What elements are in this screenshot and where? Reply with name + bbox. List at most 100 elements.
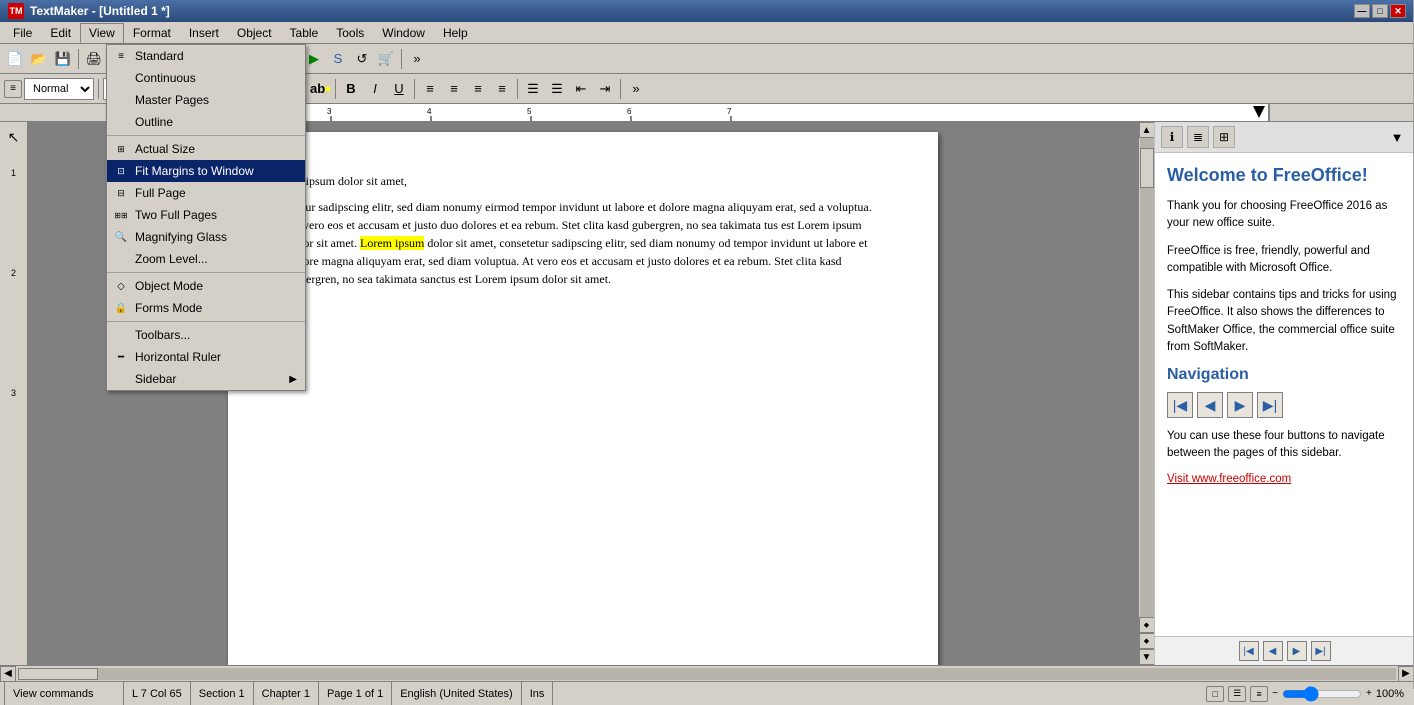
window-controls: — □ ✕ [1354, 4, 1406, 18]
scroll-up-button[interactable]: ▲ [1139, 122, 1155, 138]
status-page: Page 1 of 1 [319, 682, 392, 705]
nav-next-button[interactable]: ▶ [1227, 392, 1253, 418]
menu-edit[interactable]: Edit [41, 23, 80, 43]
menu-forms-mode[interactable]: 🔒 Forms Mode [107, 297, 305, 319]
align-right-button[interactable]: ≡ [467, 78, 489, 100]
menu-outline[interactable]: Outline [107, 111, 305, 133]
actual-size-icon: ⊞ [113, 141, 129, 157]
sidebar-table-button[interactable]: ⊞ [1213, 126, 1235, 148]
svg-text:3: 3 [327, 107, 332, 116]
maximize-button[interactable]: □ [1372, 4, 1388, 18]
menu-two-full-pages[interactable]: ⊞⊞ Two Full Pages [107, 204, 305, 226]
view-cols-button[interactable]: ☰ [1228, 686, 1246, 702]
menu-divider1 [107, 135, 305, 136]
menu-window[interactable]: Window [373, 23, 434, 43]
menu-help[interactable]: Help [434, 23, 477, 43]
view-normal-button[interactable]: □ [1206, 686, 1224, 702]
menu-master-pages[interactable]: Master Pages [107, 89, 305, 111]
menu-tools[interactable]: Tools [327, 23, 373, 43]
indent-out-button[interactable]: ⇤ [570, 78, 592, 100]
close-button[interactable]: ✕ [1390, 4, 1406, 18]
nav-first-button[interactable]: |◀ [1167, 392, 1193, 418]
menu-view[interactable]: View [80, 23, 124, 43]
open-button[interactable]: 📂 [28, 48, 50, 70]
menu-magnifying-glass[interactable]: 🔍 Magnifying Glass [107, 226, 305, 248]
sidebar-para1: Thank you for choosing FreeOffice 2016 a… [1167, 198, 1402, 233]
scroll-next-button[interactable]: ◆ [1139, 633, 1155, 649]
sidebar-arrow-icon: ▶ [289, 374, 297, 385]
list-button[interactable]: ☰ [522, 78, 544, 100]
scroll-track[interactable] [1140, 138, 1154, 617]
menu-sidebar[interactable]: Sidebar ▶ [107, 368, 305, 390]
cart-button[interactable]: 🛒 [375, 48, 397, 70]
menu-object[interactable]: Object [228, 23, 281, 43]
h-scroll-right[interactable]: ▶ [1398, 666, 1414, 682]
zoom-slider[interactable] [1282, 686, 1362, 702]
menu-file[interactable]: File [4, 23, 41, 43]
menu-horizontal-ruler[interactable]: ━ Horizontal Ruler [107, 346, 305, 368]
menu-standard[interactable]: ≡ Standard [107, 45, 305, 67]
menu-actual-size[interactable]: ⊞ Actual Size [107, 138, 305, 160]
zoom-minus-icon: − [1272, 688, 1278, 699]
sidebar-nav-title: Navigation [1167, 366, 1402, 384]
forms-mode-icon: 🔒 [113, 300, 129, 316]
align-left-button[interactable]: ≡ [419, 78, 441, 100]
horizontal-scrollbar[interactable]: ◀ ▶ [0, 665, 1414, 681]
standard-icon: ≡ [113, 48, 129, 64]
align-justify-button[interactable]: ≡ [491, 78, 513, 100]
italic-button[interactable]: I [364, 78, 386, 100]
more-button[interactable]: » [406, 48, 428, 70]
menu-zoom-level[interactable]: Zoom Level... [107, 248, 305, 270]
style-selector[interactable]: Normal [24, 78, 94, 100]
more-fmt-button[interactable]: » [625, 78, 647, 100]
nav-prev-button[interactable]: ◀ [1197, 392, 1223, 418]
save-button[interactable]: 💾 [52, 48, 74, 70]
menu-full-page[interactable]: ⊟ Full Page [107, 182, 305, 204]
sidebar-info-button[interactable]: ℹ [1161, 126, 1183, 148]
nav-last-button[interactable]: ▶| [1257, 392, 1283, 418]
object-mode-icon: ◇ [113, 278, 129, 294]
sep12 [517, 79, 518, 99]
sidebar-dropdown-button[interactable]: ▼ [1386, 126, 1408, 148]
cursor-tool[interactable]: ↖ [3, 126, 25, 148]
status-chapter: Chapter 1 [254, 682, 319, 705]
zoom-plus-icon: + [1366, 688, 1372, 699]
page[interactable]: em ipsum dolor sit amet, etetur sadipsci… [228, 132, 938, 665]
h-scroll-left[interactable]: ◀ [0, 666, 16, 682]
view-outline-button[interactable]: ≡ [1250, 686, 1268, 702]
sidebar-nav-last-b[interactable]: ▶| [1311, 641, 1331, 661]
sidebar-nav-first[interactable]: |◀ [1239, 641, 1259, 661]
new-button[interactable]: 📄 [4, 48, 26, 70]
menu-table[interactable]: Table [281, 23, 328, 43]
sidebar-nav-prev[interactable]: ◀ [1263, 641, 1283, 661]
menu-fit-margins[interactable]: ⊡ Fit Margins to Window [107, 160, 305, 182]
svg-text:6: 6 [627, 107, 632, 116]
sidebar-nav-next-b[interactable]: ▶ [1287, 641, 1307, 661]
sep13 [620, 79, 621, 99]
play-button[interactable]: ▶ [303, 48, 325, 70]
menu-continuous[interactable]: Continuous [107, 67, 305, 89]
menu-format[interactable]: Format [124, 23, 180, 43]
sidebar-link[interactable]: Visit www.freeoffice.com [1167, 473, 1402, 485]
menu-object-mode[interactable]: ◇ Object Mode [107, 275, 305, 297]
minimize-button[interactable]: — [1354, 4, 1370, 18]
s-button[interactable]: S [327, 48, 349, 70]
ordered-list-button[interactable]: ☰ [546, 78, 568, 100]
full-page-icon: ⊟ [113, 185, 129, 201]
bold-button[interactable]: B [340, 78, 362, 100]
menu-toolbars[interactable]: Toolbars... [107, 324, 305, 346]
print-button[interactable]: 🖨 [83, 48, 105, 70]
sidebar-format-button[interactable]: ≣ [1187, 126, 1209, 148]
sidebar-content: Welcome to FreeOffice! Thank you for cho… [1155, 153, 1414, 636]
refresh-button[interactable]: ↺ [351, 48, 373, 70]
menu-bar: File Edit View Format Insert Object Tabl… [0, 22, 1414, 44]
scroll-down-button[interactable]: ▼ [1139, 649, 1155, 665]
indent-in-button[interactable]: ⇥ [594, 78, 616, 100]
scroll-thumb[interactable] [1140, 148, 1154, 188]
underline-button[interactable]: U [388, 78, 410, 100]
highlight-button[interactable]: ab [309, 78, 331, 100]
vertical-scrollbar[interactable]: ▲ ◆ ◆ ▼ [1138, 122, 1154, 665]
menu-insert[interactable]: Insert [180, 23, 228, 43]
scroll-middle-button[interactable]: ◆ [1139, 617, 1155, 633]
align-center-button[interactable]: ≡ [443, 78, 465, 100]
